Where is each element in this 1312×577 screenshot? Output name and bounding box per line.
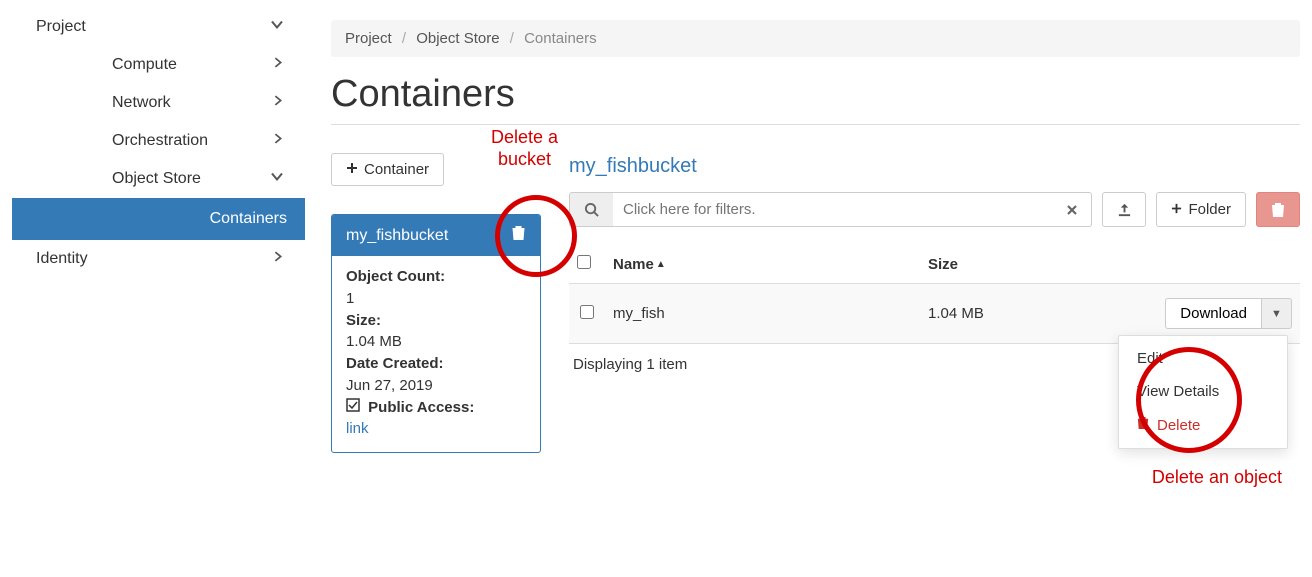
sidebar-item-label: Orchestration bbox=[112, 132, 208, 149]
plus-icon bbox=[1171, 201, 1182, 218]
row-action-split: Download ▼ bbox=[1165, 298, 1292, 329]
bucket-heading: my_fishbucket bbox=[569, 155, 1300, 178]
sidebar-item-label: Identity bbox=[36, 250, 88, 267]
search-icon bbox=[569, 192, 613, 227]
column-header-name[interactable]: Name▲ bbox=[605, 245, 920, 284]
chevron-down-icon bbox=[269, 17, 285, 38]
sidebar-item-label: Object Store bbox=[112, 170, 201, 187]
breadcrumb-sep: / bbox=[402, 30, 406, 47]
search-group bbox=[569, 192, 1092, 227]
objects-panel: my_fishbucket bbox=[569, 149, 1300, 385]
breadcrumb-current: Containers bbox=[524, 30, 597, 47]
menu-item-edit[interactable]: Edit bbox=[1119, 342, 1287, 375]
chevron-right-icon bbox=[271, 132, 285, 151]
menu-item-label: Delete bbox=[1157, 417, 1200, 434]
field-value: 1.04 MB bbox=[346, 331, 526, 353]
container-card-header[interactable]: my_fishbucket bbox=[332, 215, 540, 256]
cell-name: my_fish bbox=[605, 284, 920, 344]
public-access-link[interactable]: link bbox=[346, 420, 369, 437]
select-all-checkbox[interactable] bbox=[577, 255, 591, 269]
breadcrumb-link[interactable]: Object Store bbox=[416, 30, 499, 47]
breadcrumb-sep: / bbox=[510, 30, 514, 47]
row-action-caret[interactable]: ▼ bbox=[1262, 298, 1292, 329]
menu-item-delete[interactable]: Delete bbox=[1119, 408, 1287, 442]
sidebar-item-orchestration[interactable]: Orchestration bbox=[12, 122, 305, 160]
sidebar-item-project[interactable]: Project bbox=[12, 8, 305, 46]
row-checkbox[interactable] bbox=[580, 305, 594, 319]
chevron-right-icon bbox=[271, 250, 285, 269]
container-card-body: Object Count: 1 Size: 1.04 MB Date Creat… bbox=[332, 256, 540, 452]
sidebar-item-object-store[interactable]: Object Store bbox=[12, 160, 305, 198]
container-list: Container my_fishbucket Object Count: 1 … bbox=[331, 153, 541, 453]
plus-icon bbox=[346, 161, 358, 178]
annotation-delete-object-label: Delete an object bbox=[1152, 467, 1282, 489]
trash-icon[interactable] bbox=[511, 225, 526, 246]
container-name: my_fishbucket bbox=[346, 227, 448, 245]
page-title: Containers bbox=[331, 73, 1300, 116]
container-card[interactable]: my_fishbucket Object Count: 1 Size: 1.04… bbox=[331, 214, 541, 453]
chevron-right-icon bbox=[271, 94, 285, 113]
checkbox-icon bbox=[346, 397, 360, 419]
button-label: Container bbox=[364, 161, 429, 178]
breadcrumb-link[interactable]: Project bbox=[345, 30, 392, 47]
filter-input[interactable] bbox=[613, 192, 1052, 227]
sort-asc-icon: ▲ bbox=[656, 259, 666, 270]
add-container-button[interactable]: Container bbox=[331, 153, 444, 186]
sidebar-item-label: Network bbox=[112, 94, 171, 111]
clear-filter-button[interactable] bbox=[1052, 192, 1092, 227]
upload-button[interactable] bbox=[1102, 192, 1146, 227]
field-label: Date Created: bbox=[346, 355, 444, 372]
chevron-right-icon bbox=[271, 56, 285, 75]
sidebar-item-label: Compute bbox=[112, 56, 177, 73]
field-label: Public Access: bbox=[368, 399, 474, 416]
chevron-down-icon bbox=[269, 169, 285, 190]
add-folder-button[interactable]: Folder bbox=[1156, 192, 1246, 227]
column-header-size[interactable]: Size bbox=[920, 245, 1140, 284]
menu-item-view-details[interactable]: View Details bbox=[1119, 375, 1287, 408]
sidebar-item-network[interactable]: Network bbox=[12, 84, 305, 122]
main: Project / Object Store / Containers Cont… bbox=[305, 0, 1312, 577]
sidebar-item-compute[interactable]: Compute bbox=[12, 46, 305, 84]
field-value: Jun 27, 2019 bbox=[346, 375, 526, 397]
objects-table: Name▲ Size my_fish 1.04 MB bbox=[569, 245, 1300, 344]
breadcrumb: Project / Object Store / Containers bbox=[331, 20, 1300, 57]
sidebar-item-label: Containers bbox=[210, 210, 287, 227]
filters-row: Folder bbox=[569, 192, 1300, 227]
field-value: 1 bbox=[346, 288, 526, 310]
download-button[interactable]: Download bbox=[1165, 298, 1262, 329]
cell-size: 1.04 MB bbox=[920, 284, 1140, 344]
button-label: Folder bbox=[1188, 201, 1231, 218]
divider bbox=[331, 124, 1300, 125]
sidebar-item-label: Project bbox=[36, 18, 86, 35]
sidebar-item-containers[interactable]: Containers bbox=[12, 198, 305, 240]
delete-objects-button[interactable] bbox=[1256, 192, 1300, 227]
field-label: Object Count: bbox=[346, 268, 445, 285]
trash-icon bbox=[1137, 416, 1149, 434]
sidebar: Project Compute Network Orchestration Ob… bbox=[0, 0, 305, 577]
row-action-menu: Edit View Details Delete bbox=[1118, 335, 1288, 449]
sidebar-item-identity[interactable]: Identity bbox=[12, 240, 305, 278]
field-label: Size: bbox=[346, 312, 381, 329]
